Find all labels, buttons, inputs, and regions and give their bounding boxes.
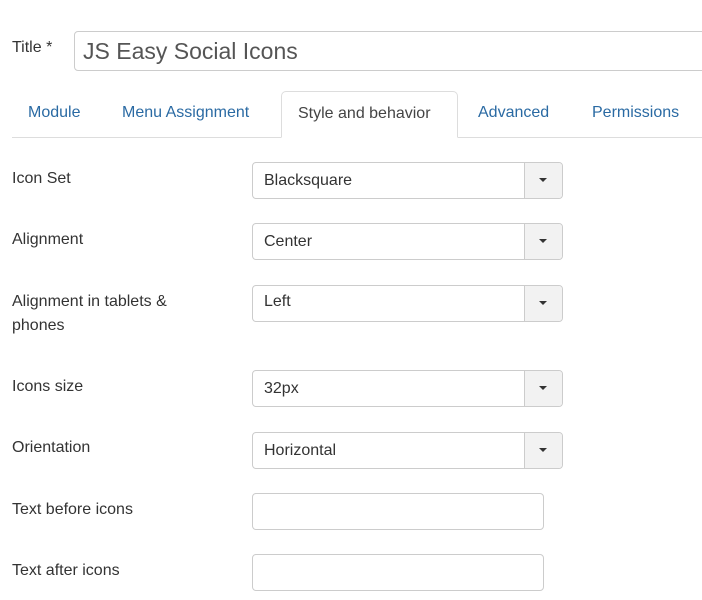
dropdown-button[interactable] xyxy=(524,286,562,321)
text-after-icons-input[interactable] xyxy=(252,554,544,591)
icon-set-value: Blacksquare xyxy=(264,172,353,189)
text-after-icons-label: Text after icons xyxy=(12,562,120,579)
tab-module[interactable]: Module xyxy=(28,91,80,137)
text-before-icons-input[interactable] xyxy=(252,493,544,530)
icons-size-value: 32px xyxy=(264,380,299,397)
icons-size-label: Icons size xyxy=(12,378,84,395)
caret-down-icon xyxy=(539,239,547,243)
tab-advanced[interactable]: Advanced xyxy=(478,91,549,137)
tab-bar: Module Menu Assignment Style and behavio… xyxy=(12,91,702,138)
dropdown-button[interactable] xyxy=(524,224,562,259)
alignment-tablets-value: Left xyxy=(264,293,291,310)
alignment-select[interactable]: Center xyxy=(252,223,563,260)
icons-size-select[interactable]: 32px xyxy=(252,370,563,407)
caret-down-icon xyxy=(539,448,547,452)
icon-set-select[interactable]: Blacksquare xyxy=(252,162,563,199)
title-label: Title * xyxy=(12,39,53,56)
alignment-label: Alignment xyxy=(12,231,84,248)
caret-down-icon xyxy=(539,178,547,182)
alignment-tablets-label-line1: Alignment in tablets & xyxy=(12,293,167,310)
orientation-select[interactable]: Horizontal xyxy=(252,432,563,469)
orientation-value: Horizontal xyxy=(264,442,337,459)
text-before-icons-label: Text before icons xyxy=(12,501,133,518)
dropdown-button[interactable] xyxy=(524,433,562,468)
title-input[interactable]: JS Easy Social Icons xyxy=(74,31,702,71)
dropdown-button[interactable] xyxy=(524,163,562,198)
tab-menu-assignment[interactable]: Menu Assignment xyxy=(122,91,249,137)
alignment-tablets-label-line2: phones xyxy=(12,317,65,334)
tab-style-and-behavior[interactable]: Style and behavior xyxy=(281,91,458,138)
alignment-tablets-select[interactable]: Left xyxy=(252,285,563,322)
icon-set-label: Icon Set xyxy=(12,170,71,187)
orientation-label: Orientation xyxy=(12,439,91,456)
alignment-value: Center xyxy=(264,233,313,250)
caret-down-icon xyxy=(539,301,547,305)
caret-down-icon xyxy=(539,386,547,390)
tab-permissions[interactable]: Permissions xyxy=(592,91,679,137)
dropdown-button[interactable] xyxy=(524,371,562,406)
